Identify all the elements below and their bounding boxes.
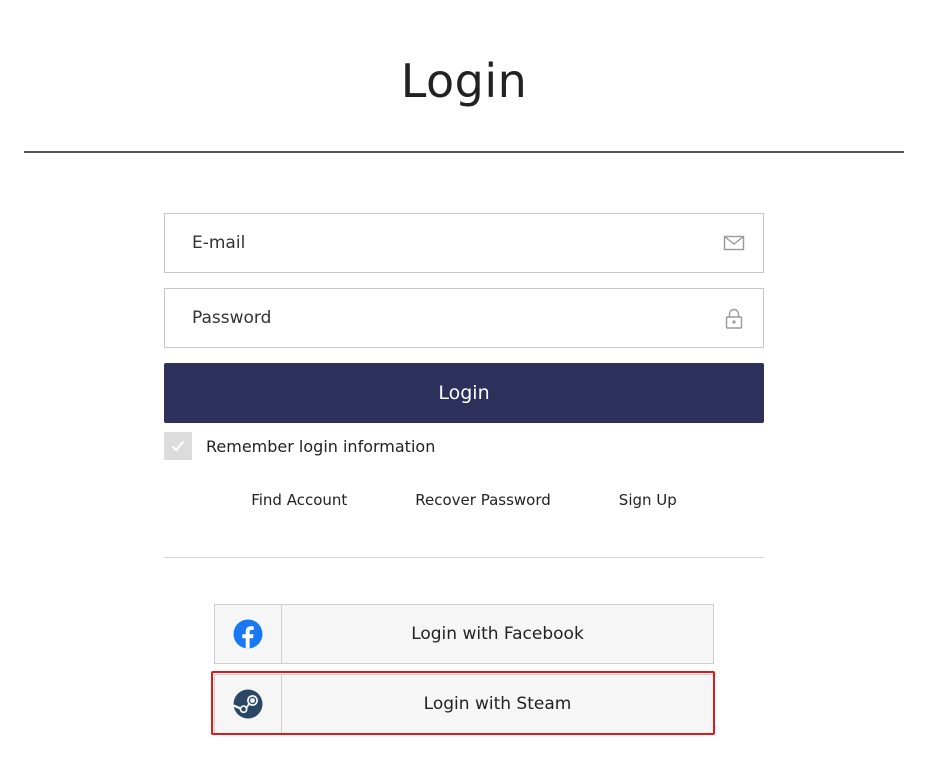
login-page: Login Login Remember login information F…: [0, 0, 932, 780]
lock-icon: [725, 308, 743, 329]
facebook-login-label: Login with Facebook: [411, 624, 584, 644]
remember-login: Remember login information: [164, 432, 435, 460]
facebook-login-button[interactable]: Login with Facebook: [214, 604, 714, 664]
recover-password-link[interactable]: Recover Password: [381, 491, 585, 509]
password-field-container[interactable]: [164, 288, 764, 348]
remember-label: Remember login information: [206, 436, 436, 456]
remember-checkbox[interactable]: [164, 432, 192, 460]
steam-login-label: Login with Steam: [423, 694, 572, 714]
checkmark-icon: [171, 440, 185, 452]
steam-logo-icon: [233, 689, 263, 719]
facebook-logo-icon: [233, 619, 263, 649]
facebook-icon-cell: [215, 605, 282, 663]
find-account-link[interactable]: Find Account: [217, 491, 381, 509]
email-field-container[interactable]: [164, 213, 764, 273]
envelope-icon: [723, 235, 745, 251]
login-button[interactable]: Login: [164, 363, 764, 423]
email-input[interactable]: [165, 214, 763, 272]
steam-login-button[interactable]: Login with Steam: [214, 674, 714, 734]
password-input[interactable]: [165, 289, 763, 347]
title-divider: [24, 151, 904, 153]
steam-icon-cell: [215, 675, 282, 733]
account-links: Find Account Recover Password Sign Up: [222, 489, 706, 511]
section-divider: [164, 557, 764, 558]
page-title: Login: [400, 54, 528, 108]
sign-up-link[interactable]: Sign Up: [585, 491, 711, 509]
